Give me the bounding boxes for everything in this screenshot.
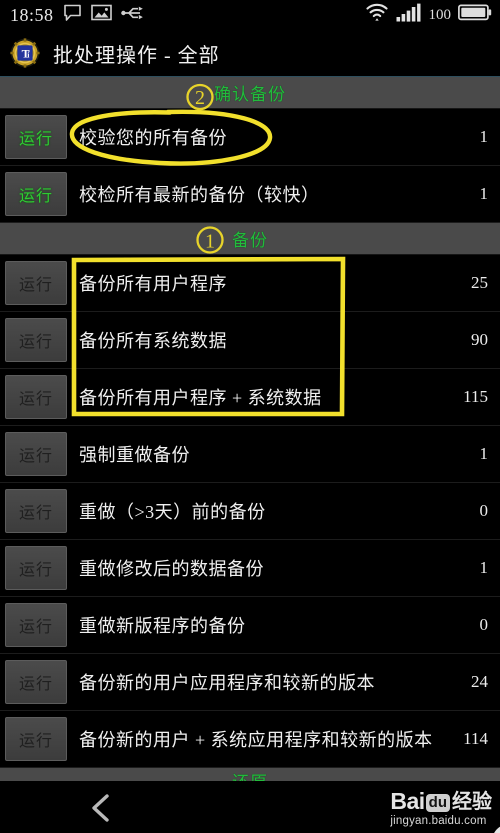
- titanium-backup-gear-icon: T i: [9, 37, 41, 69]
- system-nav-bar: Bai du 经验 jingyan.baidu.com: [0, 781, 500, 833]
- run-button[interactable]: 运行: [5, 717, 67, 761]
- run-button[interactable]: 运行: [5, 318, 67, 362]
- run-button[interactable]: 运行: [5, 261, 67, 305]
- run-button[interactable]: 运行: [5, 115, 67, 159]
- action-label: 重做新版程序的备份: [79, 616, 246, 636]
- screenshot-image-icon: [90, 4, 112, 26]
- run-button[interactable]: 运行: [5, 432, 67, 476]
- status-clock: 18:58: [10, 4, 54, 25]
- item-count: 0: [479, 615, 489, 634]
- row-backup-all-system-data[interactable]: 运行 备份所有系统数据 90: [0, 312, 500, 369]
- battery-icon: [458, 4, 492, 26]
- section-header-label: 确认备份: [214, 85, 286, 104]
- batch-actions-list[interactable]: 确认备份 运行 校验您的所有备份 1 运行 校检所有最新的备份（较快） 1 备份 运行 备份所有用…: [0, 77, 500, 782]
- row-redo-new-version-app-backup[interactable]: 运行 重做新版程序的备份 0: [0, 597, 500, 654]
- item-count: 1: [479, 127, 489, 146]
- baidu-jingyan-watermark: Bai du 经验 jingyan.baidu.com: [390, 788, 500, 833]
- action-label: 校检所有最新的备份（较快）: [79, 185, 320, 205]
- page-title: 批处理操作 - 全部: [53, 44, 220, 67]
- row-backup-all-user-apps[interactable]: 运行 备份所有用户程序 25: [0, 255, 500, 312]
- usb-icon: [120, 5, 145, 26]
- item-count: 24: [471, 672, 488, 691]
- phone-screen: 18:58 100 T i 批处理操作 - 全部 确认备份 运行 校验您的所有备…: [0, 0, 500, 833]
- run-button[interactable]: 运行: [5, 172, 67, 216]
- section-confirm-backup: 确认备份: [0, 77, 500, 109]
- wifi-icon: [365, 3, 389, 27]
- item-count: 25: [471, 273, 488, 292]
- row-backup-new-user-plus-system-apps-and-newer-versions[interactable]: 运行 备份新的用户 + 系统应用程序和较新的版本 114: [0, 711, 500, 768]
- watermark-jingyan-text: 经验: [452, 791, 492, 813]
- status-bar-right: 100: [365, 3, 493, 27]
- speech-bubble-icon: [63, 4, 82, 27]
- item-count: 90: [471, 330, 488, 349]
- row-backup-all-user-apps-plus-system-data[interactable]: 运行 备份所有用户程序 + 系统数据 115: [0, 369, 500, 426]
- status-bar: 18:58 100: [0, 0, 500, 30]
- row-force-redo-backup[interactable]: 运行 强制重做备份 1: [0, 426, 500, 483]
- row-redo-modified-data-backup[interactable]: 运行 重做修改后的数据备份 1: [0, 540, 500, 597]
- watermark-bai-text: Bai: [390, 788, 425, 814]
- status-bar-left: 18:58: [10, 4, 145, 27]
- row-verify-newest-backups[interactable]: 运行 校检所有最新的备份（较快） 1: [0, 166, 500, 223]
- run-button[interactable]: 运行: [5, 489, 67, 533]
- item-count: 0: [479, 501, 489, 520]
- action-label: 备份所有用户程序 + 系统数据: [79, 388, 322, 408]
- action-label: 备份所有系统数据: [79, 331, 227, 351]
- signal-bars-icon: [396, 3, 422, 27]
- action-label: 备份新的用户应用程序和较新的版本: [79, 673, 375, 693]
- action-label: 备份所有用户程序: [79, 274, 227, 294]
- item-count: 1: [479, 184, 489, 203]
- item-count: 1: [479, 558, 489, 577]
- row-verify-all-backups[interactable]: 运行 校验您的所有备份 1: [0, 109, 500, 166]
- action-label: 备份新的用户 + 系统应用程序和较新的版本: [79, 730, 433, 750]
- battery-percent-label: 100: [428, 6, 452, 23]
- section-header-label: 备份: [232, 231, 268, 250]
- row-backup-new-user-apps-and-newer-versions[interactable]: 运行 备份新的用户应用程序和较新的版本 24: [0, 654, 500, 711]
- action-label: 校验您的所有备份: [79, 128, 227, 148]
- run-button[interactable]: 运行: [5, 546, 67, 590]
- action-label: 强制重做备份: [79, 445, 190, 465]
- item-count: 1: [479, 444, 489, 463]
- watermark-logo-row: Bai du 经验: [390, 788, 500, 833]
- item-count: 115: [463, 387, 488, 406]
- section-backup: 备份: [0, 223, 500, 255]
- watermark-url: jingyan.baidu.com: [390, 815, 487, 827]
- action-label: 重做修改后的数据备份: [79, 559, 264, 579]
- run-button[interactable]: 运行: [5, 603, 67, 647]
- section-header-label: 还原: [232, 768, 268, 781]
- item-count: 114: [463, 729, 488, 748]
- action-label: 重做（>3天）前的备份: [79, 502, 266, 522]
- chevron-left-back-icon[interactable]: [88, 792, 114, 822]
- run-button[interactable]: 运行: [5, 375, 67, 419]
- section-restore: 还原: [0, 768, 500, 782]
- row-redo-backups-older-than-3-days[interactable]: 运行 重做（>3天）前的备份 0: [0, 483, 500, 540]
- run-button[interactable]: 运行: [5, 660, 67, 704]
- app-title-bar: T i 批处理操作 - 全部: [0, 30, 500, 77]
